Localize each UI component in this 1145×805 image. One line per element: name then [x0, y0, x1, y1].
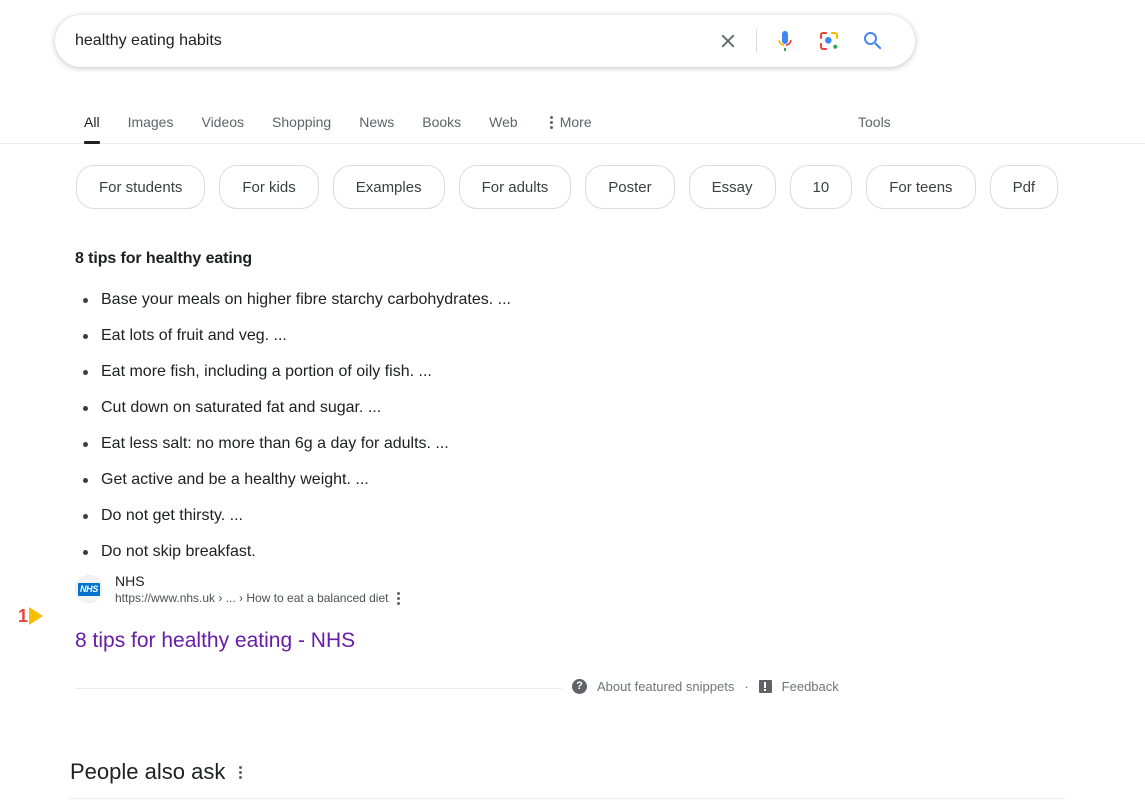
result-options-kebab-icon[interactable]: [397, 591, 401, 605]
list-item: Eat more fish, including a portion of oi…: [75, 362, 675, 382]
snippet-divider: [75, 688, 562, 689]
about-featured-snippets-link[interactable]: About featured snippets: [597, 679, 734, 694]
nhs-favicon-label: NHS: [77, 582, 101, 596]
tab-books-label: Books: [422, 114, 462, 130]
chip-for-kids[interactable]: For kids: [219, 165, 319, 209]
search-input[interactable]: [55, 15, 706, 67]
tab-books[interactable]: Books: [408, 100, 475, 144]
search-bar-divider: [756, 29, 757, 53]
tab-more[interactable]: More: [532, 100, 606, 144]
chip-examples[interactable]: Examples: [332, 165, 445, 209]
chip-label: Essay: [711, 178, 753, 196]
chip-for-adults[interactable]: For adults: [458, 165, 572, 209]
people-also-ask-kebab-icon[interactable]: [239, 765, 243, 779]
tab-shopping-label: Shopping: [272, 114, 332, 130]
result-source[interactable]: NHS NHS https://www.nhs.uk › ... › How t…: [75, 572, 401, 606]
annotation-marker: 1: [18, 606, 44, 626]
result-source-text: NHS https://www.nhs.uk › ... › How to ea…: [115, 572, 401, 606]
people-also-ask-title: People also ask: [70, 759, 226, 784]
result-site-name: NHS: [115, 573, 145, 589]
annotation-arrow-icon: [29, 607, 44, 625]
chip-label: For kids: [242, 178, 296, 196]
tab-all[interactable]: All: [78, 100, 114, 144]
google-lens-icon[interactable]: [807, 19, 851, 63]
tools-button[interactable]: Tools: [858, 100, 891, 144]
tab-news[interactable]: News: [345, 100, 408, 144]
tab-more-label: More: [559, 114, 592, 130]
chip-label: For students: [99, 178, 183, 196]
tab-news-label: News: [359, 114, 395, 130]
footer-separator: ·: [744, 679, 749, 694]
search-bar[interactable]: [55, 15, 915, 67]
list-item: Get active and be a healthy weight. ...: [75, 470, 675, 490]
feedback-flag-icon[interactable]: [758, 680, 772, 693]
tab-shopping[interactable]: Shopping: [258, 100, 345, 144]
chip-label: 10: [812, 178, 830, 196]
featured-snippet-footer: ? About featured snippets · Feedback: [572, 679, 839, 694]
close-icon[interactable]: [706, 19, 750, 63]
annotation-number: 1: [18, 606, 29, 626]
search-tabs: All Images Videos Shopping News Books We…: [78, 100, 606, 144]
microphone-icon[interactable]: [763, 19, 807, 63]
list-item: Do not skip breakfast.: [75, 542, 675, 562]
list-item: Eat lots of fruit and veg. ...: [75, 326, 675, 346]
chip-label: Pdf: [1012, 178, 1036, 196]
chip-label: Poster: [608, 178, 652, 196]
list-item: Eat less salt: no more than 6g a day for…: [75, 434, 675, 454]
chip-label: Examples: [355, 178, 422, 196]
search-nav-bar: All Images Videos Shopping News Books We…: [0, 100, 1145, 144]
google-search-results-page: All Images Videos Shopping News Books We…: [0, 0, 1145, 805]
tab-all-label: All: [84, 114, 100, 130]
result-title-link[interactable]: 8 tips for healthy eating - NHS: [75, 628, 355, 654]
result-url-row: https://www.nhs.uk › ... › How to eat a …: [115, 590, 401, 606]
related-search-chips: For students For kids Examples For adult…: [76, 165, 1059, 209]
chip-poster[interactable]: Poster: [585, 165, 675, 209]
search-icon[interactable]: [851, 19, 895, 63]
list-item: Cut down on saturated fat and sugar. ...: [75, 398, 675, 418]
chip-for-students[interactable]: For students: [76, 165, 206, 209]
tab-web[interactable]: Web: [475, 100, 532, 144]
chip-10[interactable]: 10: [789, 165, 853, 209]
nhs-favicon-icon: NHS: [75, 575, 103, 603]
tab-images[interactable]: Images: [114, 100, 188, 144]
chip-label: For adults: [481, 178, 549, 196]
chip-pdf[interactable]: Pdf: [989, 165, 1059, 209]
featured-snippet: 8 tips for healthy eating Base your meal…: [75, 250, 675, 578]
help-circle-icon: ?: [572, 679, 587, 694]
chip-for-teens[interactable]: For teens: [866, 165, 976, 209]
list-item: Do not get thirsty. ...: [75, 506, 675, 526]
tab-images-label: Images: [127, 114, 174, 130]
search-bar-container: [55, 15, 915, 67]
feedback-link[interactable]: Feedback: [782, 679, 839, 694]
tab-videos-label: Videos: [201, 114, 245, 130]
chip-label: For teens: [889, 178, 953, 196]
tab-web-label: Web: [489, 114, 518, 130]
chip-essay[interactable]: Essay: [688, 165, 776, 209]
tab-videos[interactable]: Videos: [187, 100, 258, 144]
tools-button-label: Tools: [858, 114, 891, 130]
people-also-ask-divider: [70, 798, 1065, 799]
people-also-ask-header: People also ask: [70, 758, 243, 786]
kebab-menu-icon: [549, 115, 553, 129]
featured-snippet-title: 8 tips for healthy eating: [75, 250, 253, 267]
featured-snippet-list: Base your meals on higher fibre starchy …: [75, 290, 675, 562]
list-item: Base your meals on higher fibre starchy …: [75, 290, 675, 310]
result-url: https://www.nhs.uk › ... › How to eat a …: [115, 591, 389, 605]
search-bar-actions: [706, 19, 899, 63]
